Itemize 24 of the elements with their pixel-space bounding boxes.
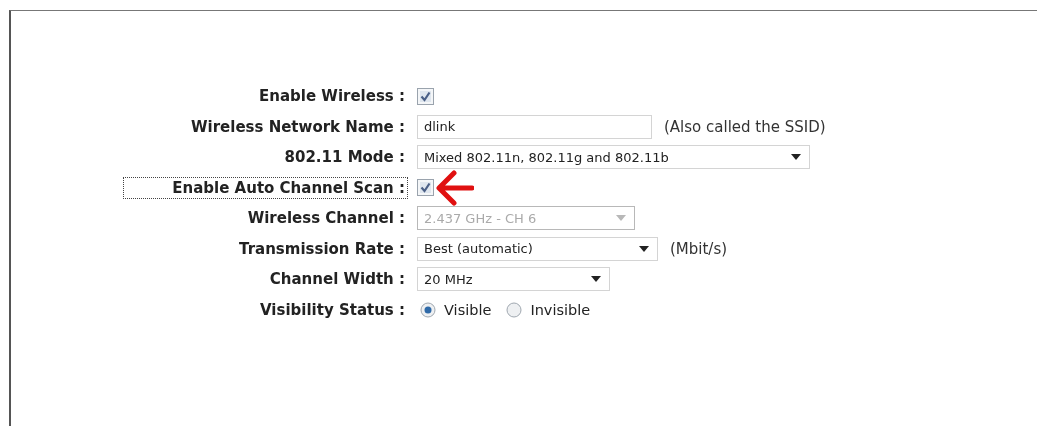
field-label: Visibility Status : (259, 299, 406, 321)
dropdown[interactable]: Best (automatic) (417, 236, 658, 261)
dropdown[interactable]: Mixed 802.11n, 802.11g and 802.11b (417, 145, 810, 170)
field-label: 802.11 Mode : (283, 147, 406, 169)
field-label: Wireless Channel : (246, 208, 406, 230)
text-field[interactable]: dlink (417, 114, 652, 139)
caret-icon (791, 154, 801, 161)
hint-text: (Also called the SSID) (664, 117, 826, 136)
unit-text: (Mbit/s) (670, 239, 728, 258)
checkbox[interactable] (417, 179, 434, 197)
field-label: Channel Width : (268, 269, 406, 291)
field-label: Wireless Network Name : (190, 116, 406, 138)
field-label: Enable Auto Channel Scan : (123, 176, 408, 199)
caret-icon (591, 276, 601, 283)
caret-icon (616, 215, 626, 222)
radio-button[interactable] (420, 301, 436, 318)
checkbox[interactable] (417, 87, 434, 105)
field-label: Transmission Rate : (238, 238, 406, 260)
field-label: Enable Wireless : (258, 86, 406, 108)
radio-label: Invisible (530, 301, 591, 318)
radio-label: Visible (444, 301, 492, 318)
radio-button[interactable] (506, 301, 523, 318)
dropdown[interactable]: 20 MHz (417, 267, 610, 292)
caret-icon (639, 245, 649, 252)
